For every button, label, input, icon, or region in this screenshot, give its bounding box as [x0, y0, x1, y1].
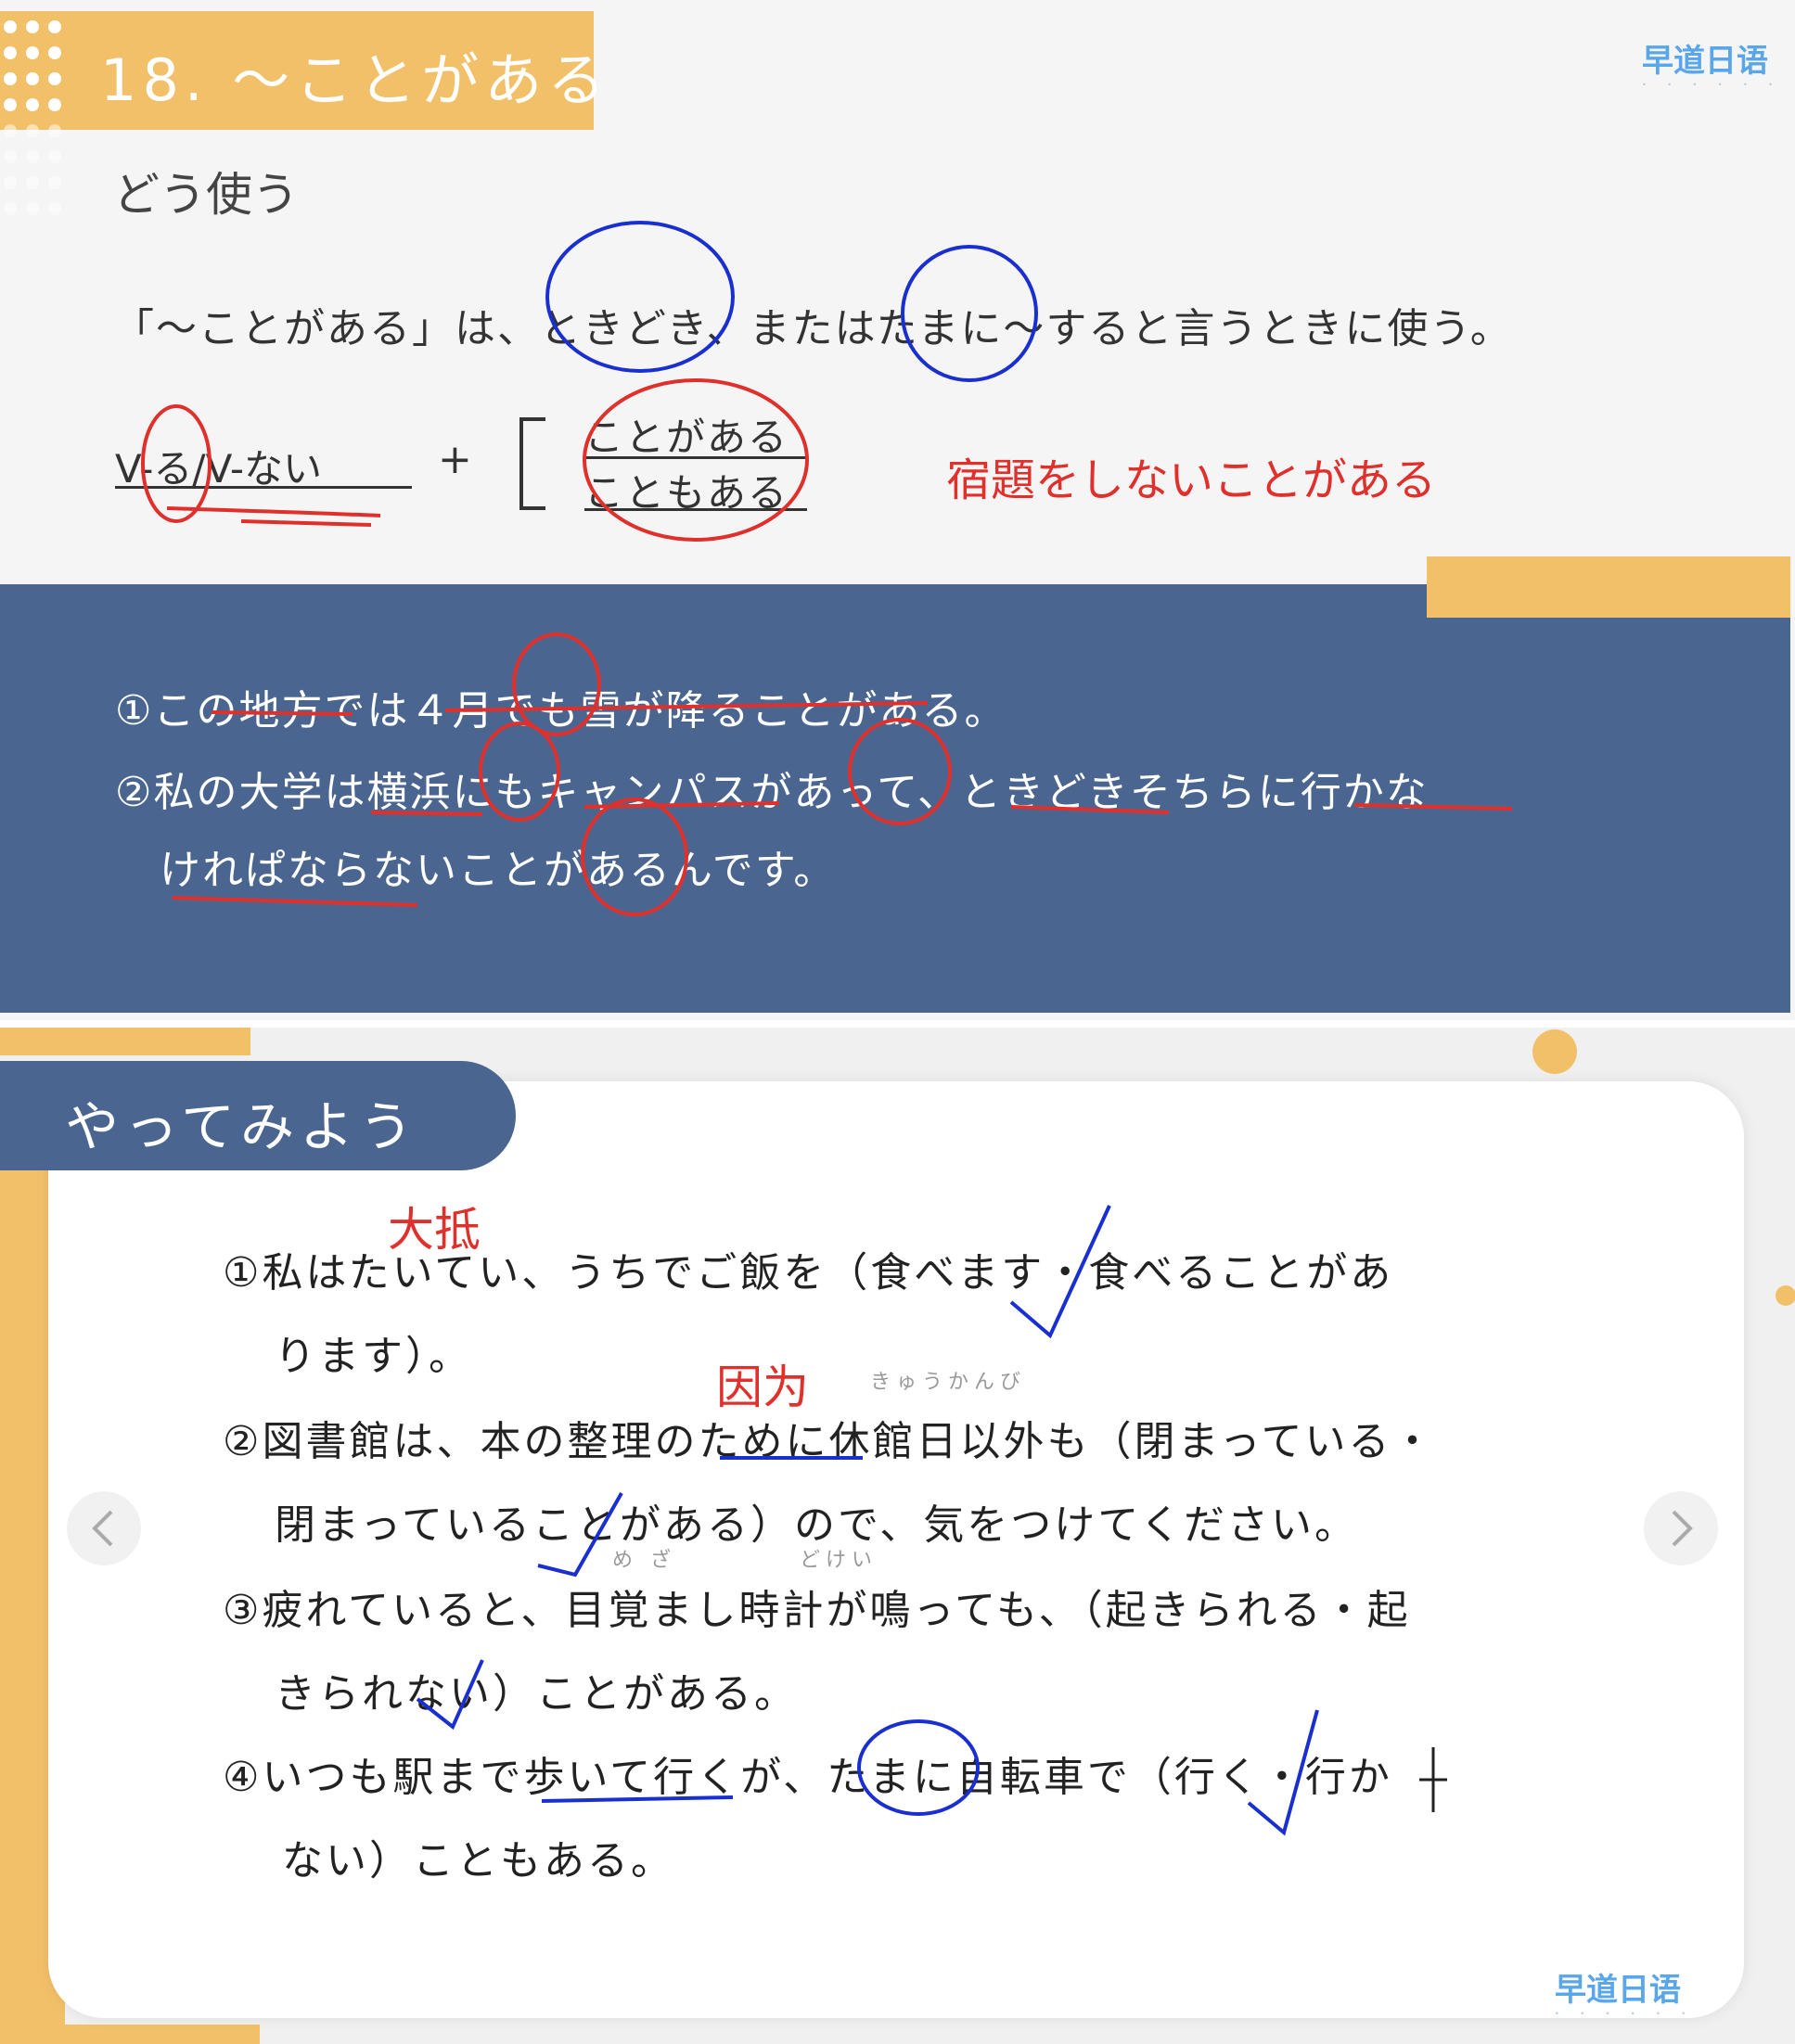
accent-bar-top — [0, 1028, 250, 1055]
chevron-right-icon — [1672, 1510, 1693, 1547]
decorative-dot — [26, 124, 39, 137]
decorative-dot — [26, 72, 39, 85]
pattern-underline — [584, 508, 807, 511]
handwritten-example: 宿題をしないことがある — [946, 454, 1437, 506]
next-slide-button[interactable] — [1644, 1491, 1718, 1565]
bracket-icon — [519, 417, 545, 510]
usage-explanation: 「～ことがある」は、ときどき、またはたまに～すると言うときに使う。 — [113, 305, 1513, 352]
accent-bar-bottom — [0, 2025, 260, 2044]
dot-pattern-decoration — [4, 20, 78, 243]
decorative-dot — [26, 176, 39, 189]
question-4-line-2: ない）こともある。 — [282, 1837, 674, 1884]
decorative-dot — [48, 124, 61, 137]
pattern-divider — [584, 456, 807, 459]
brand-logo-bottom: 早道日语 • • • • • • — [1555, 1972, 1696, 2018]
pattern-kotogaaru: ことがある — [584, 415, 789, 460]
decorative-dot — [48, 72, 61, 85]
decorative-dot — [48, 46, 61, 59]
decorative-dot — [26, 46, 39, 59]
decorative-dot — [48, 150, 61, 163]
decorative-dot-small — [1776, 1285, 1795, 1306]
decorative-dot — [48, 20, 61, 33]
decorative-dot — [26, 150, 39, 163]
exercise-slide: やってみよう 大抵 因为 きゅうかんび め ざ どけい ①私はたいてい、うちでご… — [0, 1028, 1795, 2044]
decorative-dot — [26, 202, 39, 215]
decorative-dot — [26, 98, 39, 111]
decorative-dot — [4, 72, 17, 85]
brand-logo-text: 早道日语 — [1642, 43, 1768, 80]
question-1-line-1: ①私はたいてい、うちでご飯を（食べます・食べることがあ — [223, 1249, 1394, 1297]
exercise-heading: やってみよう — [65, 1095, 419, 1158]
decorative-dot — [4, 150, 17, 163]
decorative-dot — [4, 98, 17, 111]
decorative-dot — [4, 20, 17, 33]
furigana-kyuukanbi: きゅうかんび — [870, 1371, 1027, 1394]
decorative-dot — [48, 98, 61, 111]
section-heading: どう使う — [113, 168, 299, 222]
decorative-dot — [26, 20, 39, 33]
question-4-line-1: ④いつも駅まで歩いて行くが、たまに自転車で（行く・行か — [223, 1754, 1392, 1801]
chevron-left-icon — [92, 1510, 113, 1547]
grammar-slide: 18. ～ことがある 早道日语 • • • • • • どう使う 「～ことがある… — [0, 0, 1795, 1020]
brand-logo: 早道日语 • • • • • • — [1642, 43, 1783, 89]
decorative-dot — [4, 46, 17, 59]
example-sentence-2: ②私の大学は横浜にもキャンパスがあって、ときどきそちらに行かな — [115, 769, 1429, 816]
question-3-line-1: ③疲れていると、目覚まし時計が鳴っても、（起きられる・起 — [223, 1587, 1411, 1634]
decorative-dot — [1532, 1029, 1577, 1074]
question-1-line-2: ります）。 — [275, 1333, 472, 1380]
prev-slide-button[interactable] — [67, 1491, 141, 1565]
question-2-line-2: 閉まっていることがある）ので、気をつけてください。 — [275, 1501, 1358, 1549]
formula-underline — [115, 486, 412, 489]
slide-title: 18. ～ことがある — [100, 46, 611, 114]
decorative-dot — [48, 202, 61, 215]
decorative-dot — [4, 124, 17, 137]
decorative-dot — [4, 202, 17, 215]
decorative-dot — [4, 176, 17, 189]
panel-accent-bar — [1427, 556, 1790, 618]
decorative-dot — [48, 176, 61, 189]
brand-logo-bottom-text: 早道日语 — [1555, 1972, 1681, 2009]
question-3-line-2: きられない）ことがある。 — [275, 1670, 798, 1718]
text-cursor-icon — [1419, 1747, 1447, 1812]
question-2-line-1: ②図書館は、本の整理のために休館日以外も（閉まっている・ — [223, 1418, 1436, 1465]
plus-sign: + — [438, 436, 472, 483]
example-sentence-2-cont: けれぱならないことがあるんです。 — [160, 847, 837, 894]
example-sentence-1: ①この地方では４月でも雪が降ることがある。 — [115, 687, 1007, 735]
